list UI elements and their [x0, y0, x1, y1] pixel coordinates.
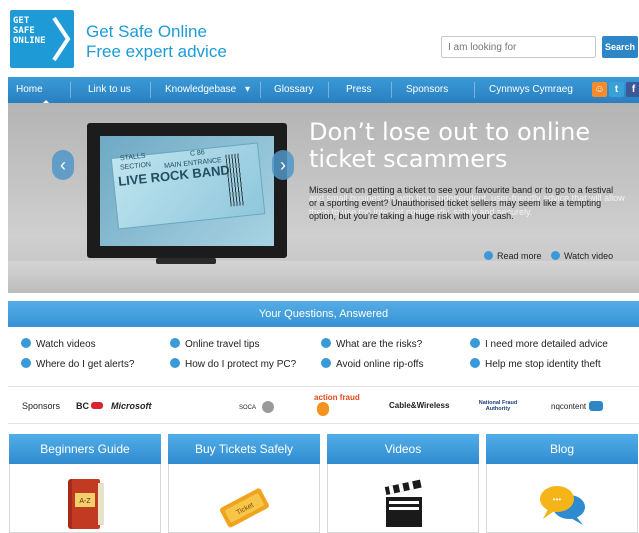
watch-video-link[interactable]: Watch video — [551, 250, 613, 262]
sponsor-logo-national-fraud-authority[interactable]: National Fraud Authority — [473, 400, 523, 412]
sponsor-logo-cable-wireless[interactable]: Cable&Wireless — [389, 401, 449, 411]
arrow-circle-icon — [470, 358, 480, 368]
arrow-circle-icon — [170, 358, 180, 368]
card-title: Beginners Guide — [9, 434, 161, 464]
clapperboard-icon — [384, 479, 422, 527]
arrow-circle-icon — [551, 251, 560, 260]
ticket-icon: Ticket — [220, 488, 269, 528]
twitter-icon[interactable]: t — [609, 82, 624, 97]
carousel-next-button[interactable]: › — [272, 150, 294, 180]
get-safe-online-logo[interactable]: GET SAFE ONLINE — [10, 10, 74, 68]
search-input[interactable] — [441, 36, 596, 58]
question-link[interactable]: Online travel tips — [170, 338, 259, 351]
arrow-circle-icon — [21, 358, 31, 368]
bc-logo-icon — [91, 402, 103, 409]
facebook-icon[interactable]: f — [626, 82, 639, 97]
arrow-circle-icon — [321, 338, 331, 348]
arrow-circle-icon — [170, 338, 180, 348]
a-z-book-icon: A-Z — [68, 479, 104, 529]
card-title: Videos — [327, 434, 479, 464]
site-header: GET SAFE ONLINE Get Safe Online Free exp… — [0, 0, 639, 80]
card-title: Blog — [486, 434, 638, 464]
carousel-prev-button[interactable]: ‹ — [52, 150, 74, 180]
nav-item-glossary[interactable]: Glossary — [274, 77, 313, 103]
nq-logo-icon — [589, 401, 604, 411]
chevron-logo-icon — [52, 16, 71, 62]
card-videos[interactable]: Videos — [327, 434, 479, 533]
sponsor-logo-action-fraud[interactable]: action fraud — [314, 393, 360, 416]
card-beginners-guide[interactable]: Beginners Guide A-Z — [9, 434, 161, 533]
hero-body: Missed out on getting a ticket to see yo… — [309, 185, 614, 221]
nav-item-press[interactable]: Press — [346, 77, 372, 103]
svg-text:A-Z: A-Z — [79, 498, 91, 505]
questions-heading: Your Questions, Answered — [8, 301, 639, 327]
read-more-link[interactable]: Read more — [484, 250, 542, 262]
hero-banner: STALLS SECTION C 86 MAIN ENTRANCE LIVE R… — [8, 103, 639, 293]
arrow-circle-icon — [321, 358, 331, 368]
hand-icon — [317, 402, 329, 416]
question-link[interactable]: Where do I get alerts? — [21, 358, 134, 371]
sponsors-bar: Sponsors BC Microsoft SOCA action fraud … — [8, 386, 639, 424]
chat-bubbles-icon: ••• — [540, 486, 585, 525]
search-button[interactable]: Search — [602, 36, 638, 58]
question-link[interactable]: I need more detailed advice — [470, 338, 608, 351]
sponsor-logo-microsoft[interactable]: Microsoft — [111, 401, 152, 411]
sponsor-logo-nqcontent[interactable]: nqcontent — [551, 401, 604, 412]
site-title[interactable]: Get Safe Online — [86, 22, 207, 42]
question-link[interactable]: Help me stop identity theft — [470, 358, 601, 371]
question-link[interactable]: What are the risks? — [321, 338, 422, 351]
site-tagline: Free expert advice — [86, 42, 227, 61]
card-blog[interactable]: Blog ••• — [486, 434, 638, 533]
svg-text:•••: ••• — [553, 495, 562, 504]
question-link[interactable]: How do I protect my PC? — [170, 358, 296, 371]
sponsors-label: Sponsors — [22, 401, 61, 411]
arrow-circle-icon — [470, 338, 480, 348]
nav-item-cynnwys-cymraeg[interactable]: Cynnwys Cymraeg — [489, 77, 573, 103]
nav-item-knowledgebase[interactable]: Knowledgebase ▾ — [165, 77, 250, 103]
chevron-down-icon: ▾ — [244, 84, 250, 95]
card-title: Buy Tickets Safely — [168, 434, 320, 464]
question-link[interactable]: Avoid online rip-offs — [321, 358, 423, 371]
crest-icon — [262, 401, 275, 413]
main-navigation: Home Link to us Knowledgebase ▾ Glossary… — [8, 77, 639, 104]
sponsor-logo-soca[interactable]: SOCA — [239, 401, 275, 413]
rss-icon[interactable]: ☺ — [592, 82, 607, 97]
hero-title: Don’t lose out to online ticket scammers — [309, 118, 591, 173]
card-buy-tickets-safely[interactable]: Buy Tickets Safely Ticket — [168, 434, 320, 533]
sponsor-logo-bc[interactable]: BC — [76, 401, 103, 411]
nav-item-link-to-us[interactable]: Link to us — [88, 77, 131, 103]
nav-item-sponsors[interactable]: Sponsors — [406, 77, 448, 103]
ticket-image: STALLS SECTION C 86 MAIN ENTRANCE LIVE R… — [100, 136, 274, 246]
arrow-circle-icon — [484, 251, 493, 260]
nav-item-home[interactable]: Home — [16, 77, 43, 103]
arrow-circle-icon — [21, 338, 31, 348]
question-link[interactable]: Watch videos — [21, 338, 96, 351]
